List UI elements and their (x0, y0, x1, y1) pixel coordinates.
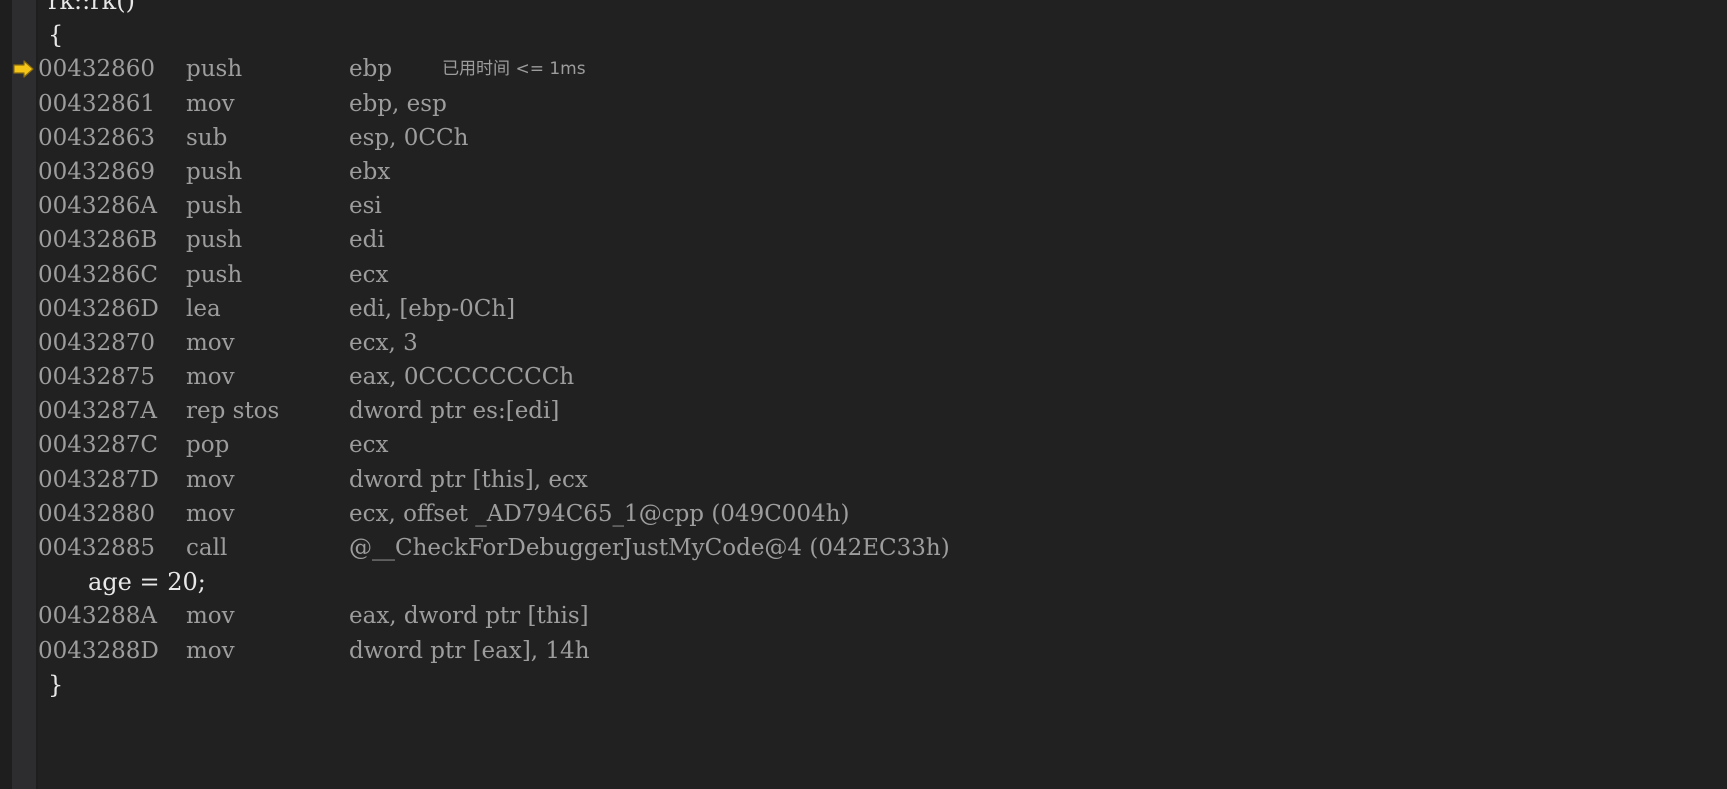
instruction-address: 0043286B (38, 227, 158, 254)
disassembly-line[interactable]: 0043287D mov dword ptr [this], ecx (38, 463, 1727, 497)
instruction-address: 0043287C (38, 432, 159, 459)
instruction-operands: dword ptr [eax], 14h (349, 637, 590, 664)
instruction-mnemonic: mov (186, 500, 235, 527)
instruction-address: 00432863 (38, 124, 156, 151)
instruction-address: 00432875 (38, 364, 156, 391)
instruction-mnemonic: mov (186, 637, 235, 664)
instruction-operands: edi (349, 227, 385, 254)
instruction-operands: esp, 0CCh (349, 124, 469, 151)
editor-outer-margin (0, 0, 12, 789)
disassembly-line[interactable]: 00432880 mov ecx, offset _AD794C65_1@cpp (… (38, 497, 1727, 531)
instruction-address: 00432869 (38, 158, 156, 185)
instruction-address: 00432870 (38, 329, 156, 356)
instruction-operands: ebx (349, 158, 391, 185)
disassembly-line[interactable]: 00432870 mov ecx, 3 (38, 326, 1727, 360)
instruction-operands: ecx (349, 261, 389, 288)
instruction-pointer-arrow-icon[interactable] (13, 58, 35, 80)
source-line-text: } (48, 670, 64, 699)
disassembly-line[interactable]: 0043288A mov eax, dword ptr [this] (38, 599, 1727, 633)
instruction-address: 0043288D (38, 637, 159, 664)
source-line-text: age = 20; (88, 568, 206, 597)
disassembly-line[interactable]: 0043286D lea edi, [ebp-0Ch] (38, 292, 1727, 326)
instruction-operands: ebp (349, 56, 393, 83)
instruction-mnemonic: push (186, 56, 243, 83)
instruction-address: 0043287A (38, 398, 158, 425)
instruction-mnemonic: lea (186, 295, 221, 322)
instruction-mnemonic: mov (186, 603, 235, 630)
disassembly-line[interactable]: 00432869 push ebx (38, 155, 1727, 189)
instruction-operands: ecx, offset _AD794C65_1@cpp (049C004h) (349, 500, 850, 527)
instruction-address: 0043288A (38, 603, 158, 630)
instruction-address: 0043287D (38, 466, 159, 493)
disassembly-line[interactable]: 00432875 mov eax, 0CCCCCCCCh (38, 360, 1727, 394)
disassembly-line[interactable]: 00432863 sub esp, 0CCh (38, 121, 1727, 155)
disassembly-line[interactable]: 00432861 mov ebp, esp (38, 87, 1727, 121)
source-line[interactable]: { (38, 18, 1727, 52)
editor-indicator-margin[interactable] (12, 0, 36, 789)
elapsed-time-annotation: 已用时间 <= 1ms (442, 59, 586, 80)
instruction-address: 00432861 (38, 90, 156, 117)
instruction-mnemonic: push (186, 193, 243, 220)
instruction-mnemonic: mov (186, 90, 235, 117)
instruction-operands: ebp, esp (349, 90, 447, 117)
instruction-address: 00432860 (38, 56, 156, 83)
disassembly-window: rk::rk(){00432860 push ebp 已用时间 <= 1ms 00432… (0, 0, 1727, 789)
instruction-address: 00432885 (38, 535, 156, 561)
instruction-mnemonic: sub (186, 124, 228, 151)
instruction-operands: dword ptr [this], ecx (349, 466, 588, 493)
disassembly-line[interactable]: 00432885 call @__CheckForDebuggerJustMyCod… (38, 531, 1727, 565)
source-line[interactable]: rk::rk() (38, 0, 1727, 18)
instruction-address: 0043286C (38, 261, 159, 288)
instruction-operands: eax, dword ptr [this] (349, 603, 589, 630)
instruction-operands: eax, 0CCCCCCCCh (349, 364, 575, 391)
source-line[interactable]: age = 20; (38, 565, 1727, 599)
instruction-mnemonic: mov (186, 364, 235, 391)
instruction-mnemonic: mov (186, 466, 235, 493)
instruction-operands: ecx (349, 432, 389, 459)
instruction-operands: dword ptr es:[edi] (349, 398, 560, 425)
instruction-operands: edi, [ebp-0Ch] (349, 295, 516, 322)
instruction-operands: @__CheckForDebuggerJustMyCode@4 (042EC33… (349, 535, 950, 561)
disassembly-line[interactable]: 0043288D mov dword ptr [eax], 14h (38, 634, 1727, 668)
source-line-text: { (48, 21, 64, 50)
instruction-mnemonic: pop (186, 432, 230, 459)
instruction-operands: esi (349, 193, 382, 220)
instruction-address: 00432880 (38, 500, 156, 527)
disassembly-line[interactable]: 0043287A rep stos dword ptr es:[edi] (38, 394, 1727, 428)
disassembly-line[interactable]: 0043286C push ecx (38, 258, 1727, 292)
instruction-mnemonic: mov (186, 329, 235, 356)
instruction-address: 0043286D (38, 295, 159, 322)
disassembly-line[interactable]: 0043287C pop ecx (38, 428, 1727, 462)
disassembly-line[interactable]: 0043286A push esi (38, 189, 1727, 223)
disassembly-code-surface[interactable]: rk::rk(){00432860 push ebp 已用时间 <= 1ms 00432… (38, 0, 1727, 789)
instruction-mnemonic: call (186, 535, 228, 561)
disassembly-line[interactable]: 00432860 push ebp 已用时间 <= 1ms (38, 52, 1727, 86)
source-line[interactable]: } (38, 668, 1727, 702)
instruction-address: 0043286A (38, 193, 158, 220)
instruction-mnemonic: push (186, 261, 243, 288)
instruction-mnemonic: rep stos (186, 398, 280, 425)
source-line-text: rk::rk() (48, 0, 135, 15)
instruction-mnemonic: push (186, 227, 243, 254)
instruction-mnemonic: push (186, 158, 243, 185)
disassembly-line-list: rk::rk(){00432860 push ebp 已用时间 <= 1ms 00432… (38, 0, 1727, 702)
disassembly-line[interactable]: 0043286B push edi (38, 223, 1727, 257)
instruction-operands: ecx, 3 (349, 329, 418, 356)
